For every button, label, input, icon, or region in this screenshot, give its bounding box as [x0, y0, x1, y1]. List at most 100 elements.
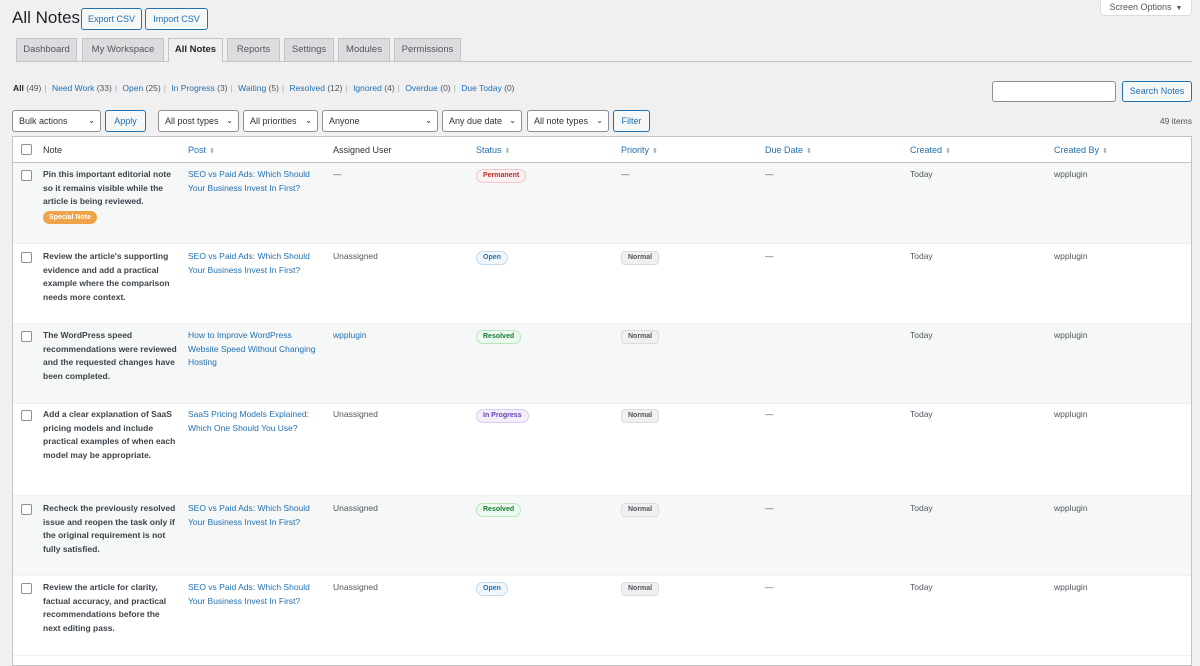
post-link[interactable]: SaaS Pricing Models Explained: Which One…	[188, 408, 318, 435]
created-by: wpplugin	[1054, 169, 1088, 179]
assigned-user: Unassigned	[333, 409, 378, 419]
column-due-date[interactable]: Due Date ⬍	[765, 137, 812, 165]
note-text: Recheck the previously resolved issue an…	[43, 503, 176, 554]
row-checkbox[interactable]	[21, 252, 32, 263]
status-badge: Open	[476, 251, 508, 265]
chevron-down-icon: ⌄	[88, 116, 95, 125]
note-text: Pin this important editorial note so it …	[43, 168, 179, 224]
view-open[interactable]: Open (25)	[122, 83, 160, 93]
status-badge: Open	[476, 582, 508, 596]
view-in-progress[interactable]: In Progress (3)	[171, 83, 227, 93]
view-due-today[interactable]: Due Today (0)	[461, 83, 514, 93]
column-created[interactable]: Created ⬍	[910, 137, 951, 165]
items-count: 49 items	[1159, 116, 1192, 126]
chevron-down-icon: ⌄	[596, 116, 603, 125]
assignee-select[interactable]: Anyone ⌄	[322, 110, 438, 132]
created-date: Today	[910, 330, 933, 340]
table-row: Review the article for clarity, factual …	[13, 576, 1191, 656]
column-status[interactable]: Status ⬍	[476, 137, 510, 165]
export-csv-button[interactable]: Export CSV	[81, 8, 142, 30]
column-post[interactable]: Post ⬍	[188, 137, 215, 165]
sort-icon: ⬍	[504, 148, 511, 155]
due-date: —	[765, 409, 774, 419]
sort-icon: ⬍	[806, 148, 812, 155]
post-link[interactable]: SEO vs Paid Ads: Which Should Your Busin…	[188, 581, 318, 608]
priority-badge: Normal	[621, 251, 660, 265]
assigned-user[interactable]: wpplugin	[333, 329, 367, 343]
view-resolved[interactable]: Resolved (12)	[290, 83, 343, 93]
tab-modules[interactable]: Modules	[338, 38, 390, 62]
created-date: Today	[910, 503, 933, 513]
row-checkbox[interactable]	[21, 331, 32, 342]
sort-icon: ⬍	[209, 148, 215, 155]
select-all-checkbox[interactable]	[21, 144, 32, 155]
status-badge: In Progress	[476, 409, 529, 423]
post-type-select[interactable]: All post types ⌄	[158, 110, 239, 132]
post-link[interactable]: How to Improve WordPress Website Speed W…	[188, 329, 318, 370]
apply-button[interactable]: Apply	[105, 110, 146, 132]
table-header: Note Post ⬍ Assigned User Status ⬍ Priorit…	[13, 137, 1191, 163]
filter-button[interactable]: Filter	[613, 110, 650, 132]
tab-dashboard[interactable]: Dashboard	[16, 38, 77, 62]
row-checkbox[interactable]	[21, 504, 32, 515]
table-row: The WordPress speed recommendations were…	[13, 324, 1191, 404]
screen-options-button[interactable]: Screen Options ▼	[1100, 0, 1192, 16]
post-link[interactable]: SEO vs Paid Ads: Which Should Your Busin…	[188, 250, 318, 277]
post-link[interactable]: SEO vs Paid Ads: Which Should Your Busin…	[188, 168, 318, 195]
assigned-user: Unassigned	[333, 503, 378, 513]
tab-my-workspace[interactable]: My Workspace	[82, 38, 164, 62]
view-all[interactable]: All (49)	[13, 83, 41, 93]
status-badge: Resolved	[476, 503, 522, 517]
created-by: wpplugin	[1054, 409, 1088, 419]
sort-icon: ⬍	[945, 148, 951, 155]
search-input[interactable]	[992, 81, 1116, 102]
nav-tabs: Dashboard My Workspace All Notes Reports…	[16, 38, 1192, 63]
note-text: Review the article's supporting evidence…	[43, 251, 170, 302]
notes-table: Note Post ⬍ Assigned User Status ⬍ Priorit…	[12, 136, 1192, 666]
table-row: Pin this important editorial note so it …	[13, 163, 1191, 244]
chevron-down-icon: ⌄	[226, 116, 233, 125]
page-title: All Notes	[12, 8, 81, 27]
status-badge: Resolved	[476, 330, 522, 344]
tab-permissions[interactable]: Permissions	[394, 38, 461, 62]
note-type-select[interactable]: All note types ⌄	[527, 110, 609, 132]
due-date: —	[765, 169, 774, 179]
priority-value: —	[621, 169, 630, 179]
status-views: All (49) | Need Work (33) | Open (25) | In …	[13, 83, 515, 93]
row-checkbox[interactable]	[21, 170, 32, 181]
priority-badge: Normal	[621, 409, 660, 423]
chevron-down-icon: ⌄	[425, 116, 432, 125]
tab-reports[interactable]: Reports	[227, 38, 280, 62]
due-date: —	[765, 251, 774, 261]
chevron-down-icon: ⌄	[305, 116, 312, 125]
due-date: —	[765, 582, 774, 592]
sort-icon: ⬍	[1102, 148, 1108, 155]
tab-settings[interactable]: Settings	[284, 38, 334, 62]
tab-all-notes[interactable]: All Notes	[168, 38, 223, 63]
view-overdue[interactable]: Overdue (0)	[405, 83, 450, 93]
status-badge: Permanent	[476, 169, 527, 183]
bulk-actions-select[interactable]: Bulk actions ⌄	[12, 110, 101, 132]
view-waiting[interactable]: Waiting (5)	[238, 83, 279, 93]
post-link[interactable]: SEO vs Paid Ads: Which Should Your Busin…	[188, 502, 318, 529]
note-text: The WordPress speed recommendations were…	[43, 330, 177, 381]
view-ignored[interactable]: Ignored (4)	[353, 83, 395, 93]
due-date-select[interactable]: Any due date ⌄	[442, 110, 522, 132]
row-checkbox[interactable]	[21, 410, 32, 421]
search-notes-button[interactable]: Search Notes	[1122, 81, 1192, 102]
column-created-by[interactable]: Created By ⬍	[1054, 137, 1108, 165]
column-note: Note	[43, 145, 63, 155]
table-row: Add a clear explanation of SaaS pricing …	[13, 404, 1191, 496]
view-need-work[interactable]: Need Work (33)	[52, 83, 112, 93]
created-date: Today	[910, 409, 933, 419]
created-by: wpplugin	[1054, 330, 1088, 340]
created-date: Today	[910, 582, 933, 592]
created-date: Today	[910, 169, 933, 179]
created-date: Today	[910, 251, 933, 261]
row-checkbox[interactable]	[21, 583, 32, 594]
priority-badge: Normal	[621, 582, 660, 596]
priority-select[interactable]: All priorities ⌄	[243, 110, 318, 132]
column-priority[interactable]: Priority ⬍	[621, 137, 658, 165]
import-csv-button[interactable]: Import CSV	[145, 8, 208, 30]
priority-badge: Normal	[621, 330, 660, 344]
